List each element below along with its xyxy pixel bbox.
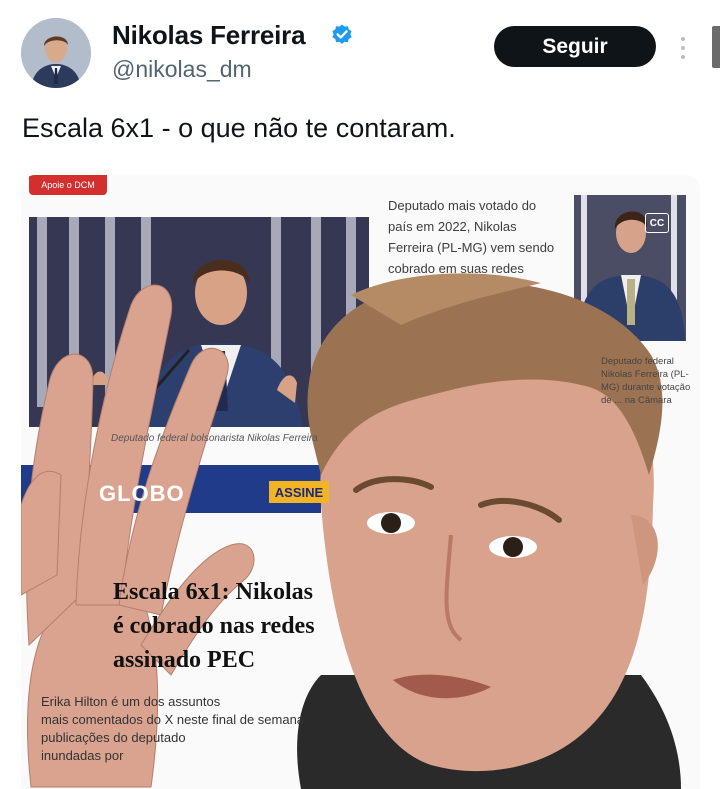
more-vertical-icon[interactable] [678,36,688,60]
verified-badge-icon [332,24,352,44]
body-line: mais comentados do X neste final de sema… [41,712,305,727]
headline-line: é cobrado nas redes [113,613,315,639]
news-photo-caption-right: Deputado federal Nikolas Ferreira (PL-MG… [601,356,691,406]
author-name[interactable]: Nikolas Ferreira [112,20,306,51]
body-line: inundadas por [41,748,124,763]
headline-line: assinado PEC [113,647,256,673]
news-badge: Apoie o DCM [29,175,107,195]
news-body-text: Erika Hilton é um dos assuntos mais come… [41,693,304,765]
headline-line: Escala 6x1: Nikolas [113,579,314,605]
body-line: Erika Hilton é um dos assuntos [41,694,221,709]
author-avatar[interactable] [21,18,91,88]
follow-button[interactable]: Seguir [494,26,656,67]
closed-captions-icon[interactable]: CC [645,213,669,233]
news-side-text: Deputado mais votado do país em 2022, Ni… [388,198,555,276]
news-headline: Escala 6x1: Nikolas é cobrado nas redes … [113,575,315,677]
news-subscribe-button: ASSINE [269,481,329,503]
scroll-edge-tab [712,26,720,68]
tweet-video[interactable]: Apoie o DCM Deputado mais votado do país… [21,175,700,789]
tweet-text: Escala 6x1 - o que não te contaram. [22,113,456,143]
profile-photo [21,18,91,88]
news-logo: GLOBO [99,481,185,506]
author-handle[interactable]: @nikolas_dm [112,56,252,83]
news-photo-caption: Deputado federal bolsonarista Nikolas Fe… [111,433,318,444]
body-line: publicações do deputado [41,730,186,745]
